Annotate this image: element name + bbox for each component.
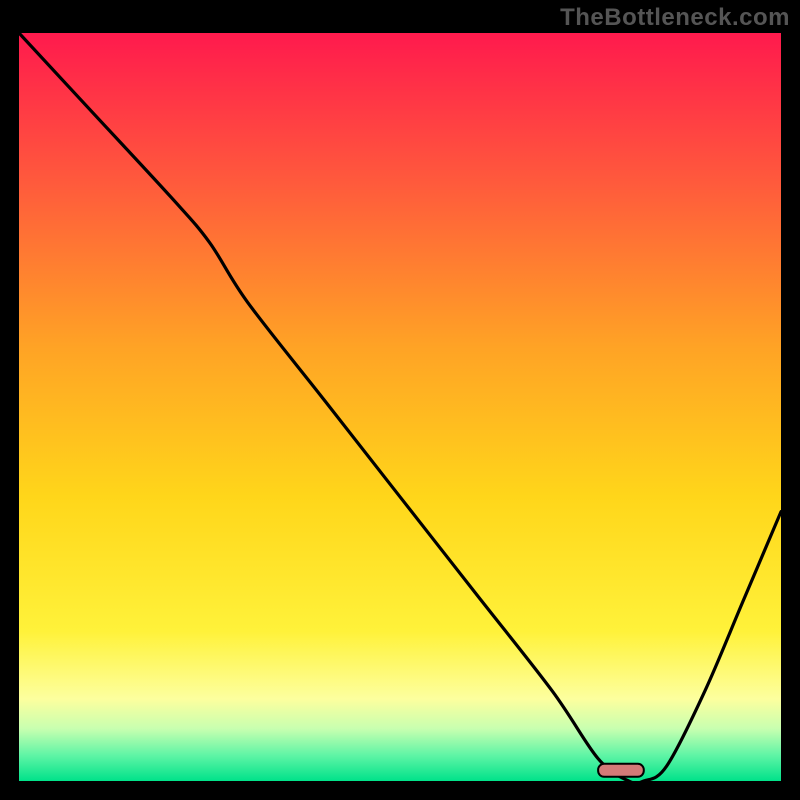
watermark-text: TheBottleneck.com	[560, 4, 790, 32]
chart-plot-area	[19, 33, 781, 781]
app-frame: TheBottleneck.com	[0, 0, 800, 800]
marker-svg	[19, 33, 781, 781]
marker-rect	[598, 764, 644, 777]
